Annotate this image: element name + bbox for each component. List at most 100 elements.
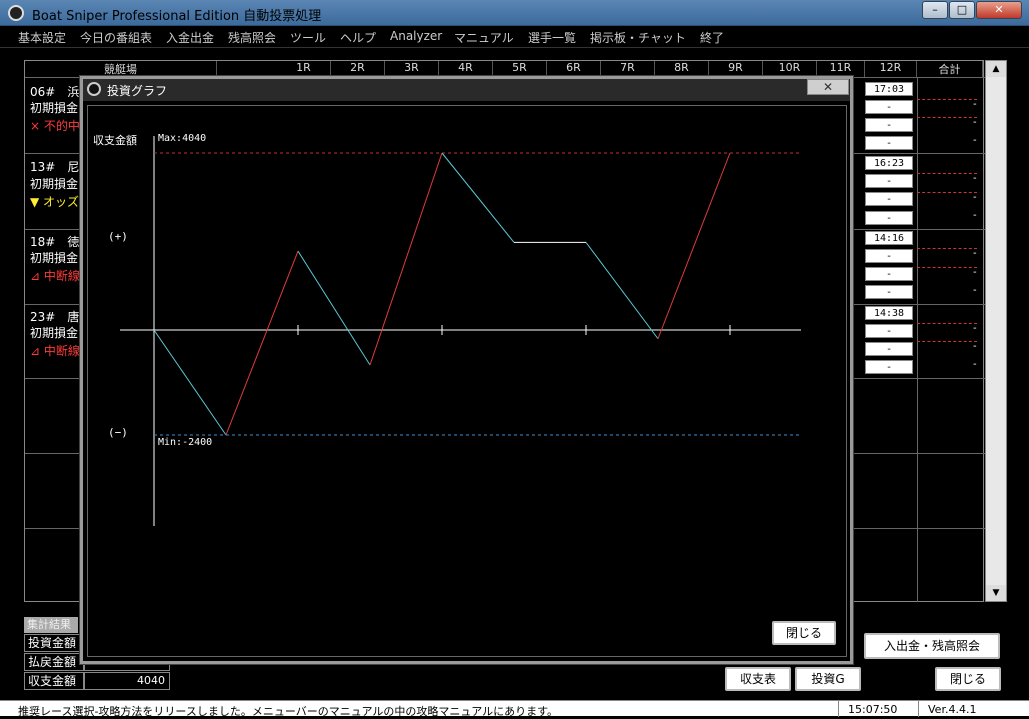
venue-name: 18# 徳 — [30, 235, 80, 249]
header-5r: 5R — [493, 61, 547, 77]
status-version: Ver.4.4.1 — [928, 703, 977, 716]
total-value: - — [973, 267, 977, 278]
dialog-close-icon[interactable]: ✕ — [807, 79, 849, 95]
menu-item-analyzer[interactable]: Analyzer — [390, 29, 442, 43]
menu-item-exit[interactable]: 終了 — [700, 29, 724, 46]
header-11r: 11R — [817, 61, 865, 77]
app-icon — [8, 5, 24, 21]
scroll-up-icon[interactable]: ▲ — [986, 61, 1006, 77]
y-axis-label: 収支金額 — [93, 133, 137, 147]
divider — [917, 173, 977, 174]
menu-item-racers[interactable]: 選手一覧 — [528, 29, 576, 46]
close-dialog-button[interactable]: 閉じる — [772, 621, 836, 645]
series-segment — [297, 250, 371, 366]
total-value: - — [973, 248, 977, 259]
initial-label: 初期損金 — [30, 177, 79, 191]
total-value: - — [973, 135, 977, 146]
header-7r: 7R — [601, 61, 655, 77]
plus-label: (+) — [108, 230, 128, 243]
header-12r: 12R — [865, 61, 917, 77]
series-segment — [441, 152, 515, 243]
menu-item-help[interactable]: ヘルプ — [340, 29, 376, 46]
menu-item-deposit[interactable]: 入金出金 — [166, 29, 214, 46]
race-value: - — [865, 360, 913, 374]
race-value: - — [865, 174, 913, 188]
total-value: - — [973, 341, 977, 352]
close-button[interactable]: ✕ — [976, 1, 1022, 19]
header-3r: 3R — [385, 61, 439, 77]
summary-label: 投資金額 — [24, 634, 84, 652]
divider — [917, 192, 977, 193]
menu-item-manual[interactable]: マニュアル — [454, 29, 514, 46]
initial-label: 初期損金 — [30, 251, 79, 265]
header-4r: 4R — [439, 61, 493, 77]
menu-item-board-chat[interactable]: 掲示板・チャット — [590, 29, 686, 46]
total-value: - — [973, 117, 977, 128]
header-6r: 6R — [547, 61, 601, 77]
total-value: - — [973, 210, 977, 221]
initial-label: 初期損金 — [30, 326, 79, 340]
divider — [917, 248, 977, 249]
scroll-down-icon[interactable]: ▼ — [986, 585, 1006, 601]
max-label: Max:4040 — [158, 133, 206, 144]
status-message: 推奨レース選択-攻略方法をリリースしました。メニューバーのマニュアルの中の攻略マ… — [18, 705, 558, 718]
divider — [917, 117, 977, 118]
series-segment — [369, 152, 443, 366]
race-value: - — [865, 249, 913, 263]
grid-line — [917, 77, 918, 602]
vertical-scrollbar[interactable]: ▲ ▼ — [985, 60, 1007, 602]
race-value: - — [865, 211, 913, 225]
race-time: 14:38 — [865, 306, 913, 320]
dialog-title-bar: 投資グラフ ✕ — [83, 79, 850, 101]
menu-item-today-program[interactable]: 今日の番組表 — [80, 29, 152, 46]
total-value: - — [973, 323, 977, 334]
race-value: - — [865, 100, 913, 114]
invest-graph-button[interactable]: 投資G — [795, 667, 861, 691]
race-value: - — [865, 267, 913, 281]
series-segment — [225, 250, 299, 436]
status-bar: 推奨レース選択-攻略方法をリリースしました。メニューバーのマニュアルの中の攻略マ… — [0, 700, 1029, 718]
minimize-button[interactable]: – — [922, 1, 948, 19]
deposit-balance-button[interactable]: 入出金・残高照会 — [864, 633, 1000, 659]
summary-value: 4040 — [84, 672, 170, 690]
investment-chart: 収支金額 (+) (−) Max:4040 Min:-2400 — [93, 133, 801, 526]
header-2r: 2R — [331, 61, 385, 77]
header-total: 合計 — [917, 61, 983, 77]
close-main-button[interactable]: 閉じる — [935, 667, 1001, 691]
menu-item-balance[interactable]: 残高照会 — [228, 29, 276, 46]
maximize-button[interactable]: □ — [949, 1, 975, 19]
divider — [917, 323, 977, 324]
status-time: 15:07:50 — [848, 703, 898, 716]
summary-tab[interactable]: 集計結果 — [24, 617, 78, 633]
dialog-title: 投資グラフ — [107, 84, 168, 98]
window-title: Boat Sniper Professional Edition 自動投票処理 — [32, 9, 322, 24]
divider — [917, 99, 977, 100]
venue-name: 23# 唐 — [30, 310, 80, 324]
app-icon — [87, 82, 101, 96]
summary-label: 収支金額 — [24, 672, 84, 690]
status-text: × 不的中 — [30, 119, 80, 133]
initial-label: 初期損金 — [30, 101, 79, 115]
ledger-button[interactable]: 収支表 — [725, 667, 791, 691]
total-value: - — [973, 359, 977, 370]
menu-bar: 基本設定 今日の番組表 入金出金 残高照会 ツール ヘルプ Analyzer マ… — [0, 26, 1029, 48]
series-segment — [153, 329, 227, 436]
race-value: - — [865, 324, 913, 338]
race-time: 17:03 — [865, 82, 913, 96]
race-value: - — [865, 285, 913, 299]
venue-name: 13# 尼 — [30, 160, 80, 174]
divider — [917, 341, 977, 342]
header-10r: 10R — [763, 61, 817, 77]
title-bar: Boat Sniper Professional Edition 自動投票処理 … — [0, 0, 1029, 26]
min-label: Min:-2400 — [158, 437, 212, 448]
header-1r: 1R — [277, 61, 331, 77]
total-value: - — [973, 285, 977, 296]
divider — [917, 267, 977, 268]
menu-item-tools[interactable]: ツール — [290, 29, 326, 46]
race-value: - — [865, 192, 913, 206]
menu-item-settings[interactable]: 基本設定 — [18, 29, 66, 46]
header-venue: 競艇場 — [25, 61, 217, 77]
divider — [918, 701, 919, 717]
header-9r: 9R — [709, 61, 763, 77]
divider — [838, 701, 839, 717]
